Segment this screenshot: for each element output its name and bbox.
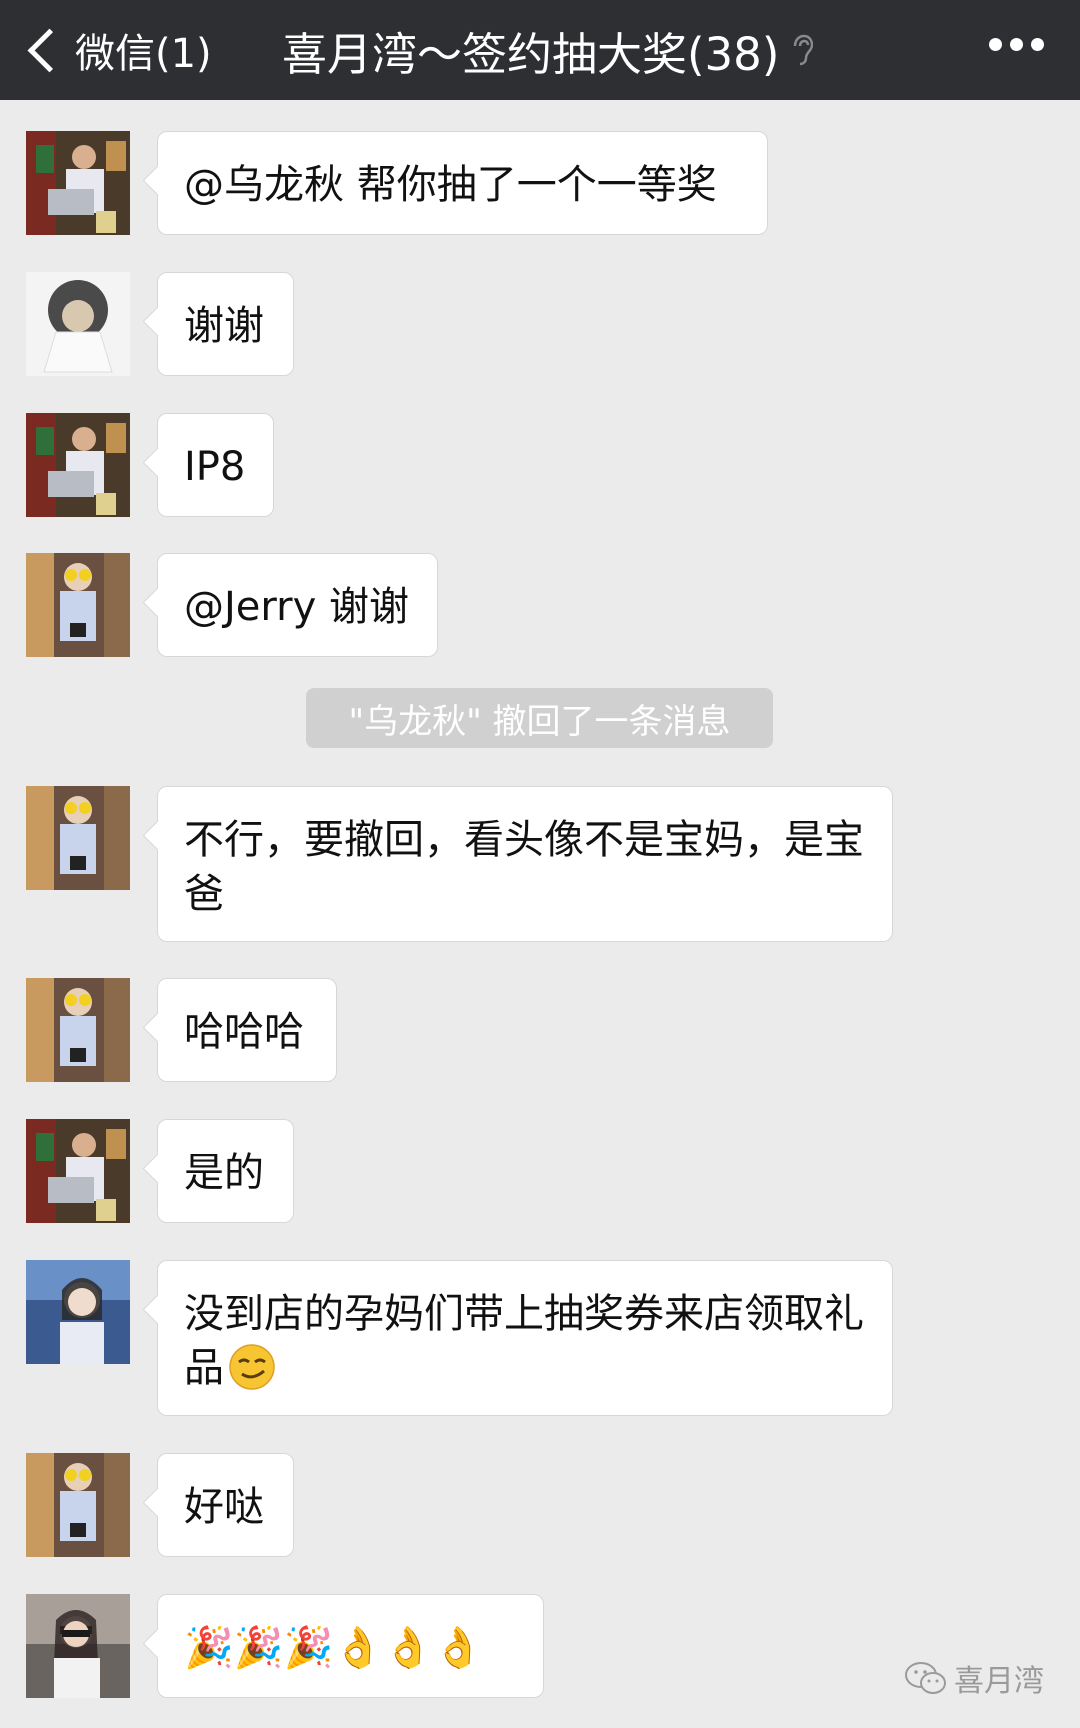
- avatar[interactable]: [26, 272, 130, 376]
- smirk-emoji-icon: [229, 1344, 275, 1390]
- avatar-woman-sunglasses-image: [26, 1453, 130, 1557]
- message-bubble[interactable]: 好哒: [157, 1453, 294, 1557]
- watermark: 喜月湾: [904, 1656, 1044, 1700]
- avatar[interactable]: [26, 413, 130, 517]
- message-bubble[interactable]: IP8: [157, 413, 274, 517]
- message-bubble[interactable]: 哈哈哈: [157, 978, 337, 1082]
- message-text: @乌龙秋 帮你抽了一个一等奖: [184, 162, 717, 208]
- message-text: IP8: [184, 444, 246, 490]
- avatar-woman-sunglasses-image: [26, 553, 130, 657]
- chat-title: 喜月湾～签约抽大奖(38): [282, 27, 780, 81]
- earpiece-mode-icon: [794, 34, 814, 66]
- message-text: 哈哈哈: [184, 1009, 304, 1055]
- message-bubble[interactable]: 谢谢: [157, 272, 294, 376]
- message-bubble[interactable]: 不行，要撤回，看头像不是宝妈，是宝爸: [157, 786, 893, 942]
- back-label: 微信(1): [75, 31, 212, 77]
- back-button[interactable]: 微信(1): [20, 14, 212, 86]
- message-bubble[interactable]: @Jerry 谢谢: [157, 553, 438, 657]
- avatar[interactable]: [26, 1594, 130, 1698]
- avatar-plush-doll-image: [26, 272, 130, 376]
- avatar-woman-sunglasses-image: [26, 786, 130, 890]
- watermark-text: 喜月湾: [954, 1664, 1044, 1699]
- avatar[interactable]: [26, 553, 130, 657]
- message-text: 好哒: [184, 1484, 264, 1530]
- chevron-left-icon: [27, 28, 72, 72]
- avatar-woman-portrait-image: [26, 1260, 130, 1364]
- avatar-man-laptop-image: [26, 413, 130, 517]
- chat-title-wrap: 喜月湾～签约抽大奖(38): [282, 14, 814, 86]
- nav-bar: 微信(1) 喜月湾～签约抽大奖(38): [0, 0, 1080, 100]
- dot-icon: [1010, 38, 1023, 51]
- message-text: 🎉🎉🎉👌👌👌: [184, 1625, 483, 1671]
- message-text: @Jerry 谢谢: [184, 584, 409, 630]
- dot-icon: [989, 38, 1002, 51]
- avatar-man-laptop-image: [26, 1119, 130, 1223]
- avatar-woman-sunglasses-image: [26, 978, 130, 1082]
- avatar[interactable]: [26, 1453, 130, 1557]
- message-text: 是的: [184, 1150, 264, 1196]
- message-list[interactable]: @乌龙秋 帮你抽了一个一等奖 谢谢 IP8 @Jerry 谢谢 "乌龙秋" 撤回…: [0, 100, 1080, 1728]
- message-text: 不行，要撤回，看头像不是宝妈，是宝爸: [184, 817, 864, 917]
- avatar-man-laptop-image: [26, 131, 130, 235]
- recall-notice: "乌龙秋" 撤回了一条消息: [306, 688, 773, 748]
- message-bubble[interactable]: @乌龙秋 帮你抽了一个一等奖: [157, 131, 768, 235]
- message-text: 没到店的孕妈们带上抽奖券来店领取礼品: [184, 1291, 864, 1391]
- message-bubble[interactable]: 没到店的孕妈们带上抽奖券来店领取礼品: [157, 1260, 893, 1416]
- message-bubble[interactable]: 🎉🎉🎉👌👌👌: [157, 1594, 544, 1698]
- wechat-logo-icon: [905, 1662, 946, 1694]
- avatar[interactable]: [26, 978, 130, 1082]
- avatar[interactable]: [26, 131, 130, 235]
- more-options-button[interactable]: [989, 38, 1044, 51]
- dot-icon: [1031, 38, 1044, 51]
- message-text: 谢谢: [184, 303, 264, 349]
- avatar-woman-street-image: [26, 1594, 130, 1698]
- avatar[interactable]: [26, 1119, 130, 1223]
- avatar[interactable]: [26, 1260, 130, 1364]
- avatar[interactable]: [26, 786, 130, 890]
- message-bubble[interactable]: 是的: [157, 1119, 294, 1223]
